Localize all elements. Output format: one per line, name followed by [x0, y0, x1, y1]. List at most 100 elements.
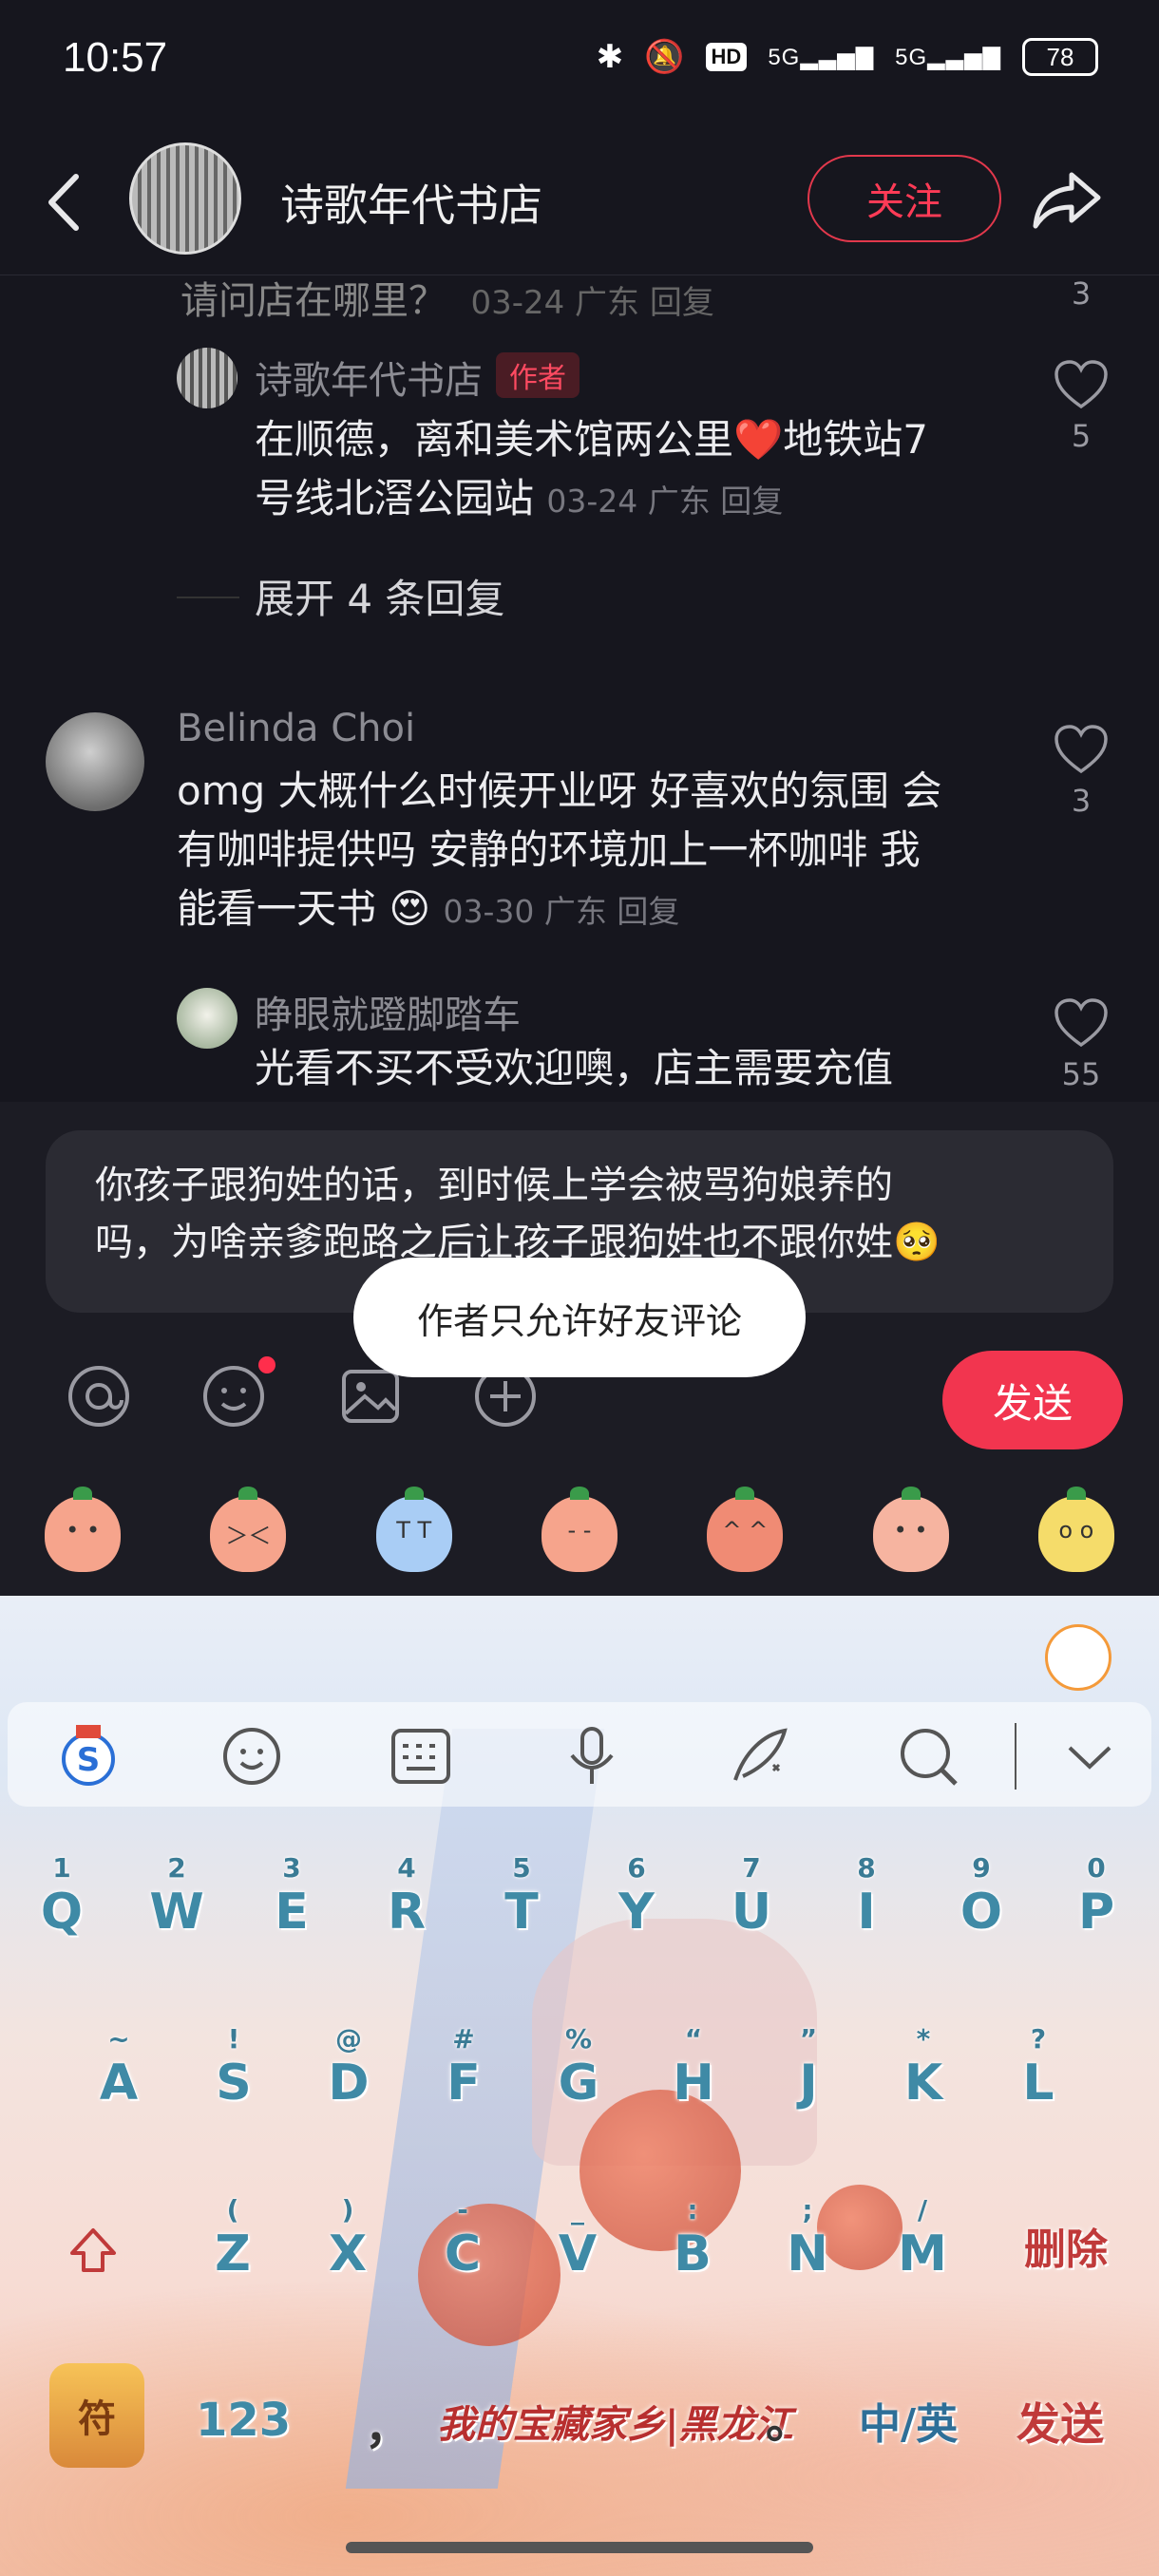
key-h[interactable]: “H — [651, 2023, 736, 2112]
key-hint: % — [564, 2023, 593, 2055]
reply-text[interactable]: 在顺德，离和美术馆两公里❤️地铁站7 号线北滘公园站 03-24 广东 回复 — [255, 410, 928, 531]
key-m[interactable]: / M — [880, 2194, 965, 2282]
share-icon[interactable] — [1030, 161, 1106, 237]
key-c[interactable]: -C — [420, 2194, 505, 2282]
heart-icon — [1054, 360, 1108, 409]
sticker-kiss-icon[interactable]: - - — [541, 1487, 618, 1572]
key-e[interactable]: 3E — [249, 1852, 334, 1941]
key-label: Y — [618, 1884, 655, 1941]
signal-icon-2: 5G▂▃▅▇ — [895, 44, 1001, 70]
like-count: 3 — [1071, 277, 1092, 312]
key-hint: 4 — [397, 1852, 416, 1884]
key-hint: ) — [341, 2194, 354, 2226]
avatar[interactable] — [46, 712, 144, 811]
key-label: O — [960, 1884, 1003, 1941]
mention-icon[interactable] — [65, 1362, 133, 1430]
store-name[interactable]: 诗歌年代书店 — [280, 171, 542, 234]
emoji-icon: 😍 — [389, 885, 431, 932]
chevron-down-icon[interactable] — [1056, 1723, 1123, 1790]
reply-author[interactable]: 睁眼就蹬脚踏车 — [255, 984, 521, 1039]
comment-input-panel: 你孩子跟狗姓的话，到时候上学会被骂狗娘养的 吗，为啥亲爹跑路之后让孩子跟狗姓也不… — [0, 1102, 1159, 1596]
sticker-dog-icon[interactable]: o o — [1037, 1487, 1114, 1572]
emoji-icon[interactable] — [218, 1723, 285, 1790]
key-hint: ” — [799, 2023, 818, 2055]
key-s[interactable]: ! S — [191, 2023, 276, 2112]
key-z[interactable]: (Z — [190, 2194, 276, 2282]
key-label: D — [328, 2055, 370, 2112]
key-q[interactable]: 1Q — [19, 1852, 104, 1941]
comment-text[interactable]: omg 大概什么时候开业呀 好喜欢的氛围 会 有咖啡提供吗 安静的环境加上一杯咖… — [177, 762, 941, 941]
like-button[interactable]: 55 — [1053, 997, 1110, 1092]
emoji-icon[interactable] — [200, 1362, 268, 1430]
send-key[interactable]: 发送 — [1016, 2390, 1104, 2453]
key-hint: ? — [1030, 2023, 1047, 2055]
language-toggle-key[interactable]: 中/英 — [859, 2390, 958, 2451]
number-key[interactable]: 123 — [196, 2394, 291, 2447]
svg-text:S: S — [77, 1741, 101, 1779]
key-b[interactable]: :B — [650, 2194, 735, 2282]
key-k[interactable]: * K — [881, 2023, 966, 2112]
symbol-key[interactable]: 符 — [49, 2363, 144, 2468]
heart-icon — [1054, 725, 1108, 774]
search-icon[interactable] — [895, 1723, 961, 1790]
avatar[interactable] — [177, 348, 238, 408]
key-label: E — [275, 1884, 309, 1941]
key-p[interactable]: 0P — [1054, 1852, 1139, 1941]
key-o[interactable]: 9O — [939, 1852, 1024, 1941]
key-t[interactable]: 5T — [479, 1852, 564, 1941]
handwriting-icon[interactable] — [726, 1723, 792, 1790]
key-i[interactable]: 8I — [824, 1852, 909, 1941]
key-hint: 5 — [512, 1852, 531, 1884]
key-r[interactable]: 4R — [364, 1852, 449, 1941]
keyboard: S 1Q 2W 3E 4R 5T 6Y 7U 8I 9O 0P ~ A ! S @ D # F % G “H ” J * K?… — [0, 1596, 1159, 2576]
comment-author[interactable]: Belinda Choi — [177, 707, 415, 750]
sticker-pray-icon[interactable]: ^ ^ — [707, 1487, 784, 1572]
key-hint: 7 — [742, 1852, 761, 1884]
key-l[interactable]: ? L — [996, 2023, 1081, 2112]
hd-icon: HD — [705, 43, 748, 71]
key-label: U — [731, 1884, 772, 1941]
sticker-smile-icon[interactable]: • • — [872, 1487, 949, 1572]
like-button[interactable]: 5 — [1053, 359, 1110, 454]
comma-key[interactable]: ， — [365, 2390, 410, 2456]
key-f[interactable]: # F — [421, 2023, 506, 2112]
key-j[interactable]: ” J — [766, 2023, 851, 2112]
expand-replies-button[interactable]: 展开 4 条回复 — [255, 567, 504, 625]
sticker-blush-icon[interactable]: • • — [45, 1487, 122, 1572]
keyboard-icon[interactable] — [388, 1723, 454, 1790]
like-button[interactable]: 3 — [1053, 724, 1110, 819]
space-key[interactable]: 我的宝藏家乡|黑龙江 — [437, 2394, 793, 2449]
avatar[interactable] — [177, 988, 238, 1049]
sticker-laugh-cry-icon[interactable]: ＞＜ — [210, 1487, 287, 1572]
keyboard-mascot-icon[interactable] — [1045, 1624, 1112, 1691]
store-avatar[interactable] — [129, 142, 241, 255]
key-u[interactable]: 7U — [709, 1852, 794, 1941]
sticker-cry-icon[interactable]: T T — [375, 1487, 452, 1572]
key-hint: : — [687, 2194, 698, 2226]
key-label: Q — [40, 1884, 84, 1941]
sogou-logo-icon[interactable]: S — [55, 1723, 122, 1790]
shift-icon[interactable] — [65, 2223, 122, 2280]
send-button[interactable]: 发送 — [942, 1351, 1123, 1449]
reply-author[interactable]: 诗歌年代书店 作者 — [255, 350, 580, 405]
key-x[interactable]: ) X — [305, 2194, 390, 2282]
follow-button[interactable]: 关注 — [808, 155, 1001, 242]
home-indicator[interactable] — [346, 2542, 813, 2553]
delete-key[interactable]: 删除 — [1024, 2215, 1108, 2276]
status-bar: 10:57 ✱ 🔕 HD 5G▂▃▅▇ 5G▂▃▅▇ 78 — [0, 0, 1159, 123]
key-g[interactable]: % G — [536, 2023, 621, 2112]
key-label: J — [799, 2055, 818, 2112]
toolbar-divider — [1015, 1723, 1016, 1790]
key-y[interactable]: 6Y — [594, 1852, 679, 1941]
key-w[interactable]: 2W — [134, 1852, 219, 1941]
reply-text[interactable]: 光看不买不受欢迎噢，店主需要充值 — [255, 1039, 893, 1098]
back-arrow-icon[interactable] — [38, 169, 95, 236]
microphone-icon[interactable] — [559, 1723, 625, 1790]
key-n[interactable]: ; N — [765, 2194, 850, 2282]
key-hint: # — [452, 2023, 475, 2055]
key-d[interactable]: @ D — [306, 2023, 391, 2112]
key-v[interactable]: _ V — [535, 2194, 620, 2282]
period-key[interactable]: 。 — [766, 2384, 811, 2451]
key-a[interactable]: ~ A — [76, 2023, 162, 2112]
comment-list: 请问店在哪里？ 03-24 广东 回复 3 诗歌年代书店 作者 在顺德，离和美术馆… — [0, 277, 1159, 1102]
